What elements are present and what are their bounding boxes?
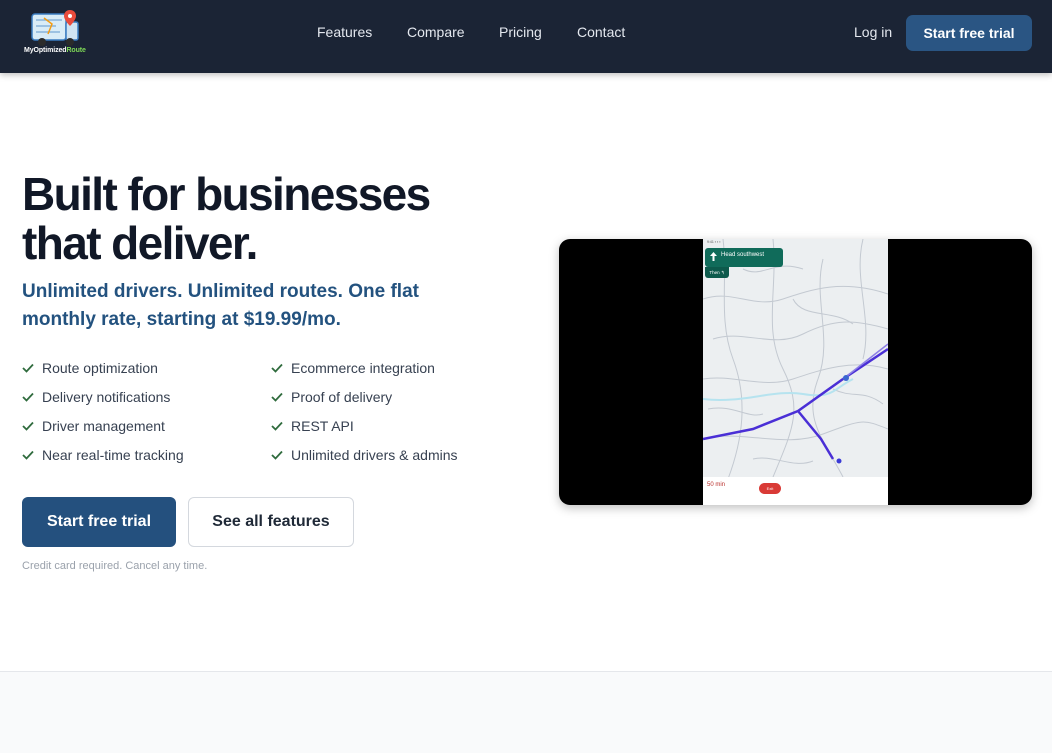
hero-title: Built for businesses that deliver. [22, 168, 431, 269]
feature-item: Driver management [22, 418, 165, 434]
nav-link-pricing[interactable]: Pricing [499, 24, 542, 40]
nav-link-compare[interactable]: Compare [407, 24, 465, 40]
phone-navigation-screen: 9:41 ▪ ▪ ▪ Head southwest Then ↰ 50 min … [703, 239, 888, 505]
feature-item: Route optimization [22, 360, 158, 376]
navigation-bottom-bar: 50 min Exit [703, 477, 888, 505]
feature-label: Route optimization [42, 360, 158, 376]
then-indicator: Then ↰ [705, 267, 729, 278]
feature-item: Ecommerce integration [271, 360, 435, 376]
arrow-up-icon [710, 252, 717, 261]
brand-name: MyOptimizedRoute [24, 47, 86, 54]
check-icon [22, 421, 34, 431]
top-navigation-bar: MyOptimizedRoute Features Compare Pricin… [0, 0, 1052, 73]
feature-label: Proof of delivery [291, 389, 393, 405]
nav-link-contact[interactable]: Contact [577, 24, 625, 40]
nav-link-features[interactable]: Features [317, 24, 372, 40]
direction-text: Head southwest [721, 252, 765, 258]
see-all-features-button[interactable]: See all features [188, 497, 354, 547]
map-illustration [703, 239, 888, 505]
feature-item: Proof of delivery [271, 389, 392, 405]
feature-label: Ecommerce integration [291, 360, 435, 376]
hero-subtitle: Unlimited drivers. Unlimited routes. One… [22, 281, 419, 330]
check-icon [271, 450, 283, 460]
start-free-trial-header-button[interactable]: Start free trial [906, 15, 1032, 51]
next-section [0, 671, 1052, 753]
check-icon [271, 421, 283, 431]
feature-label: Near real-time tracking [42, 447, 184, 463]
phone-status-bar: 9:41 ▪ ▪ ▪ [707, 240, 721, 244]
start-free-trial-button[interactable]: Start free trial [22, 497, 176, 547]
feature-label: Delivery notifications [42, 389, 171, 405]
feature-item: Near real-time tracking [22, 447, 184, 463]
check-icon [22, 363, 34, 373]
exit-button: Exit [759, 483, 781, 494]
feature-label: REST API [291, 418, 354, 434]
feature-item: REST API [271, 418, 354, 434]
login-link[interactable]: Log in [854, 24, 892, 40]
eta-text: 50 min [707, 482, 726, 488]
feature-item: Delivery notifications [22, 389, 170, 405]
feature-label: Unlimited drivers & admins [291, 447, 458, 463]
turn-instruction-banner: Head southwest [705, 248, 783, 267]
feature-item: Unlimited drivers & admins [271, 447, 458, 463]
app-demo-video[interactable]: 9:41 ▪ ▪ ▪ Head southwest Then ↰ 50 min … [559, 239, 1032, 505]
feature-label: Driver management [42, 418, 165, 434]
check-icon [271, 392, 283, 402]
check-icon [22, 450, 34, 460]
check-icon [22, 392, 34, 402]
check-icon [271, 363, 283, 373]
fine-print: Credit card required. Cancel any time. [22, 560, 208, 572]
